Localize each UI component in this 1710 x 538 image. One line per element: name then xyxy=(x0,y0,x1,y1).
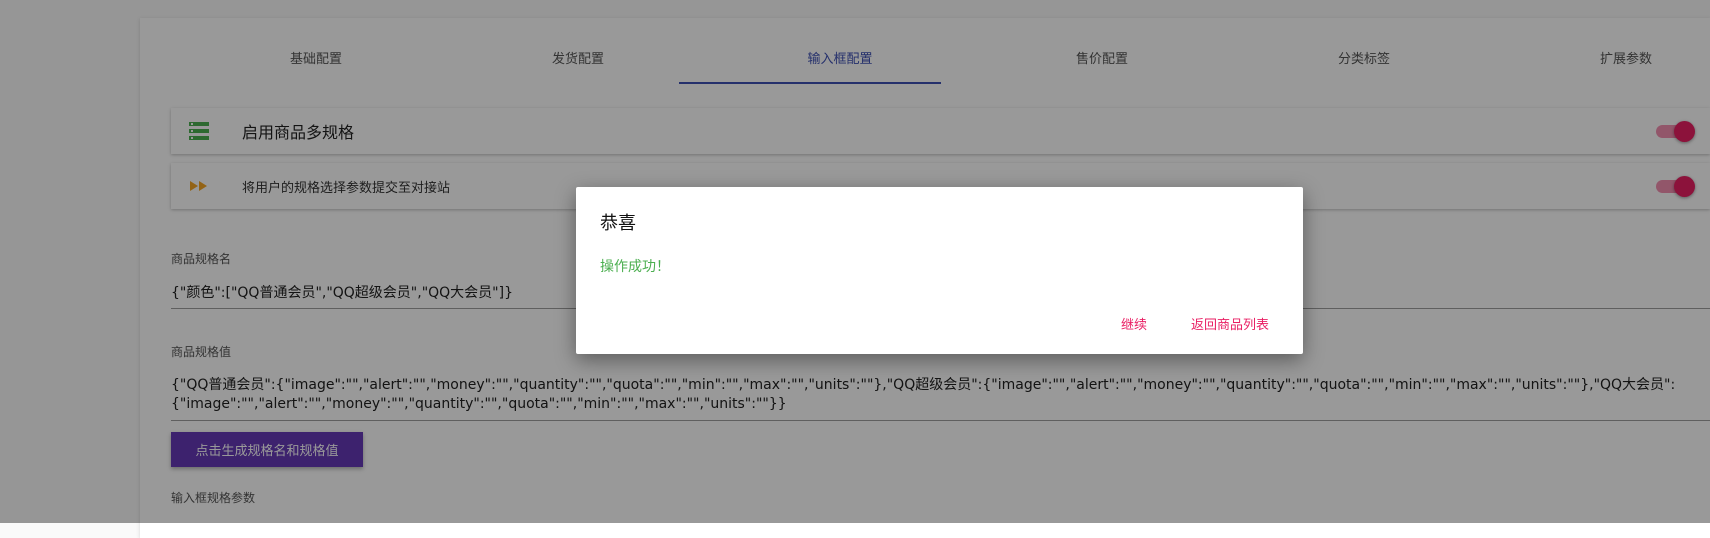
return-to-list-button[interactable]: 返回商品列表 xyxy=(1191,314,1269,333)
continue-button[interactable]: 继续 xyxy=(1121,314,1147,333)
dialog-title: 恭喜 xyxy=(600,213,636,234)
dialog-message: 操作成功！ xyxy=(600,259,670,275)
success-dialog: 恭喜 操作成功！ 继续 返回商品列表 xyxy=(576,187,1303,354)
